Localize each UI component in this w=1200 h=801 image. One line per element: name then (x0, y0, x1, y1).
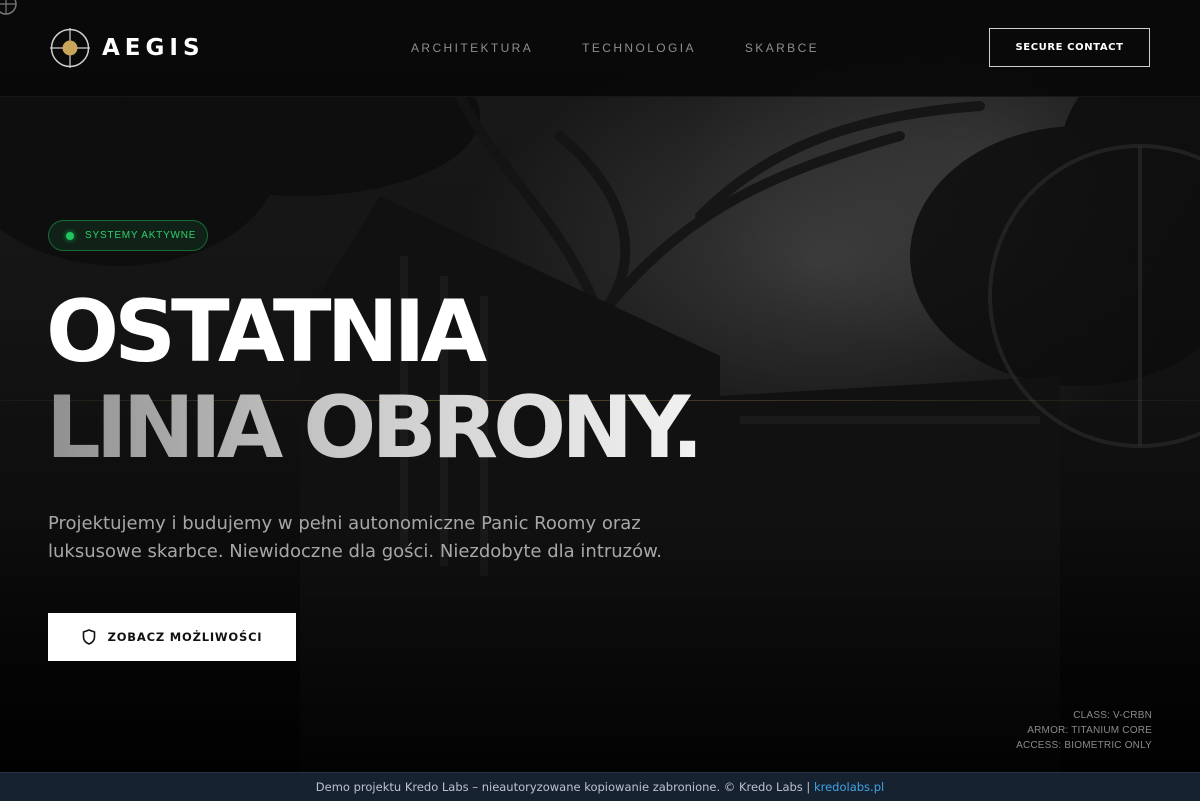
see-capabilities-button[interactable]: ZOBACZ MOŻLIWOŚCI (48, 613, 296, 661)
spec-class: CLASS: V-CRBN (1073, 710, 1152, 721)
hero-headline-line2: LINIA OBRONY. (46, 378, 704, 478)
footer-text: Demo projektu Kredo Labs – nieautoryzowa… (315, 780, 814, 794)
status-dot-icon (66, 231, 74, 240)
status-badge: SYSTEMY AKTYWNE (48, 220, 208, 251)
demo-footer-bar: Demo projektu Kredo Labs – nieautoryzowa… (0, 772, 1200, 801)
nav-link-technologia[interactable]: TECHNOLOGIA (582, 40, 696, 56)
hero-description-line1: Projektujemy i budujemy w pełni autonomi… (48, 513, 641, 534)
spec-armor: ARMOR: TITANIUM CORE (1027, 725, 1152, 736)
hero-headline: OSTATNIA LINIA OBRONY. (46, 282, 704, 478)
crosshair-gold-dot-icon (50, 28, 90, 68)
hero-description-line2: luksusowe skarbce. Niewidoczne dla gości… (48, 541, 662, 562)
nav-link-architektura[interactable]: ARCHITEKTURA (411, 40, 533, 56)
footer-link-kredolabs[interactable]: kredolabs.pl (814, 780, 884, 794)
see-capabilities-label: ZOBACZ MOŻLIWOŚCI (107, 630, 263, 644)
brand-name: AEGIS (102, 35, 205, 61)
spec-access: ACCESS: BIOMETRIC ONLY (1016, 740, 1152, 751)
spec-readout: CLASS: V-CRBN ARMOR: TITANIUM CORE ACCES… (1016, 708, 1152, 753)
hero-headline-line1: OSTATNIA (46, 282, 487, 382)
main-navigation: ARCHITEKTURA TECHNOLOGIA SKARBCE (411, 40, 868, 56)
brand-logo-link[interactable]: AEGIS (50, 28, 205, 68)
shield-icon (82, 629, 95, 645)
site-header: AEGIS ARCHITEKTURA TECHNOLOGIA SKARBCE S… (0, 0, 1200, 97)
hero-description: Projektujemy i budujemy w pełni autonomi… (48, 510, 728, 566)
nav-link-skarbce[interactable]: SKARBCE (745, 40, 819, 56)
crosshair-corner-icon (0, 0, 17, 15)
secure-contact-button[interactable]: SECURE CONTACT (989, 28, 1150, 67)
status-badge-label: SYSTEMY AKTYWNE (85, 230, 197, 241)
